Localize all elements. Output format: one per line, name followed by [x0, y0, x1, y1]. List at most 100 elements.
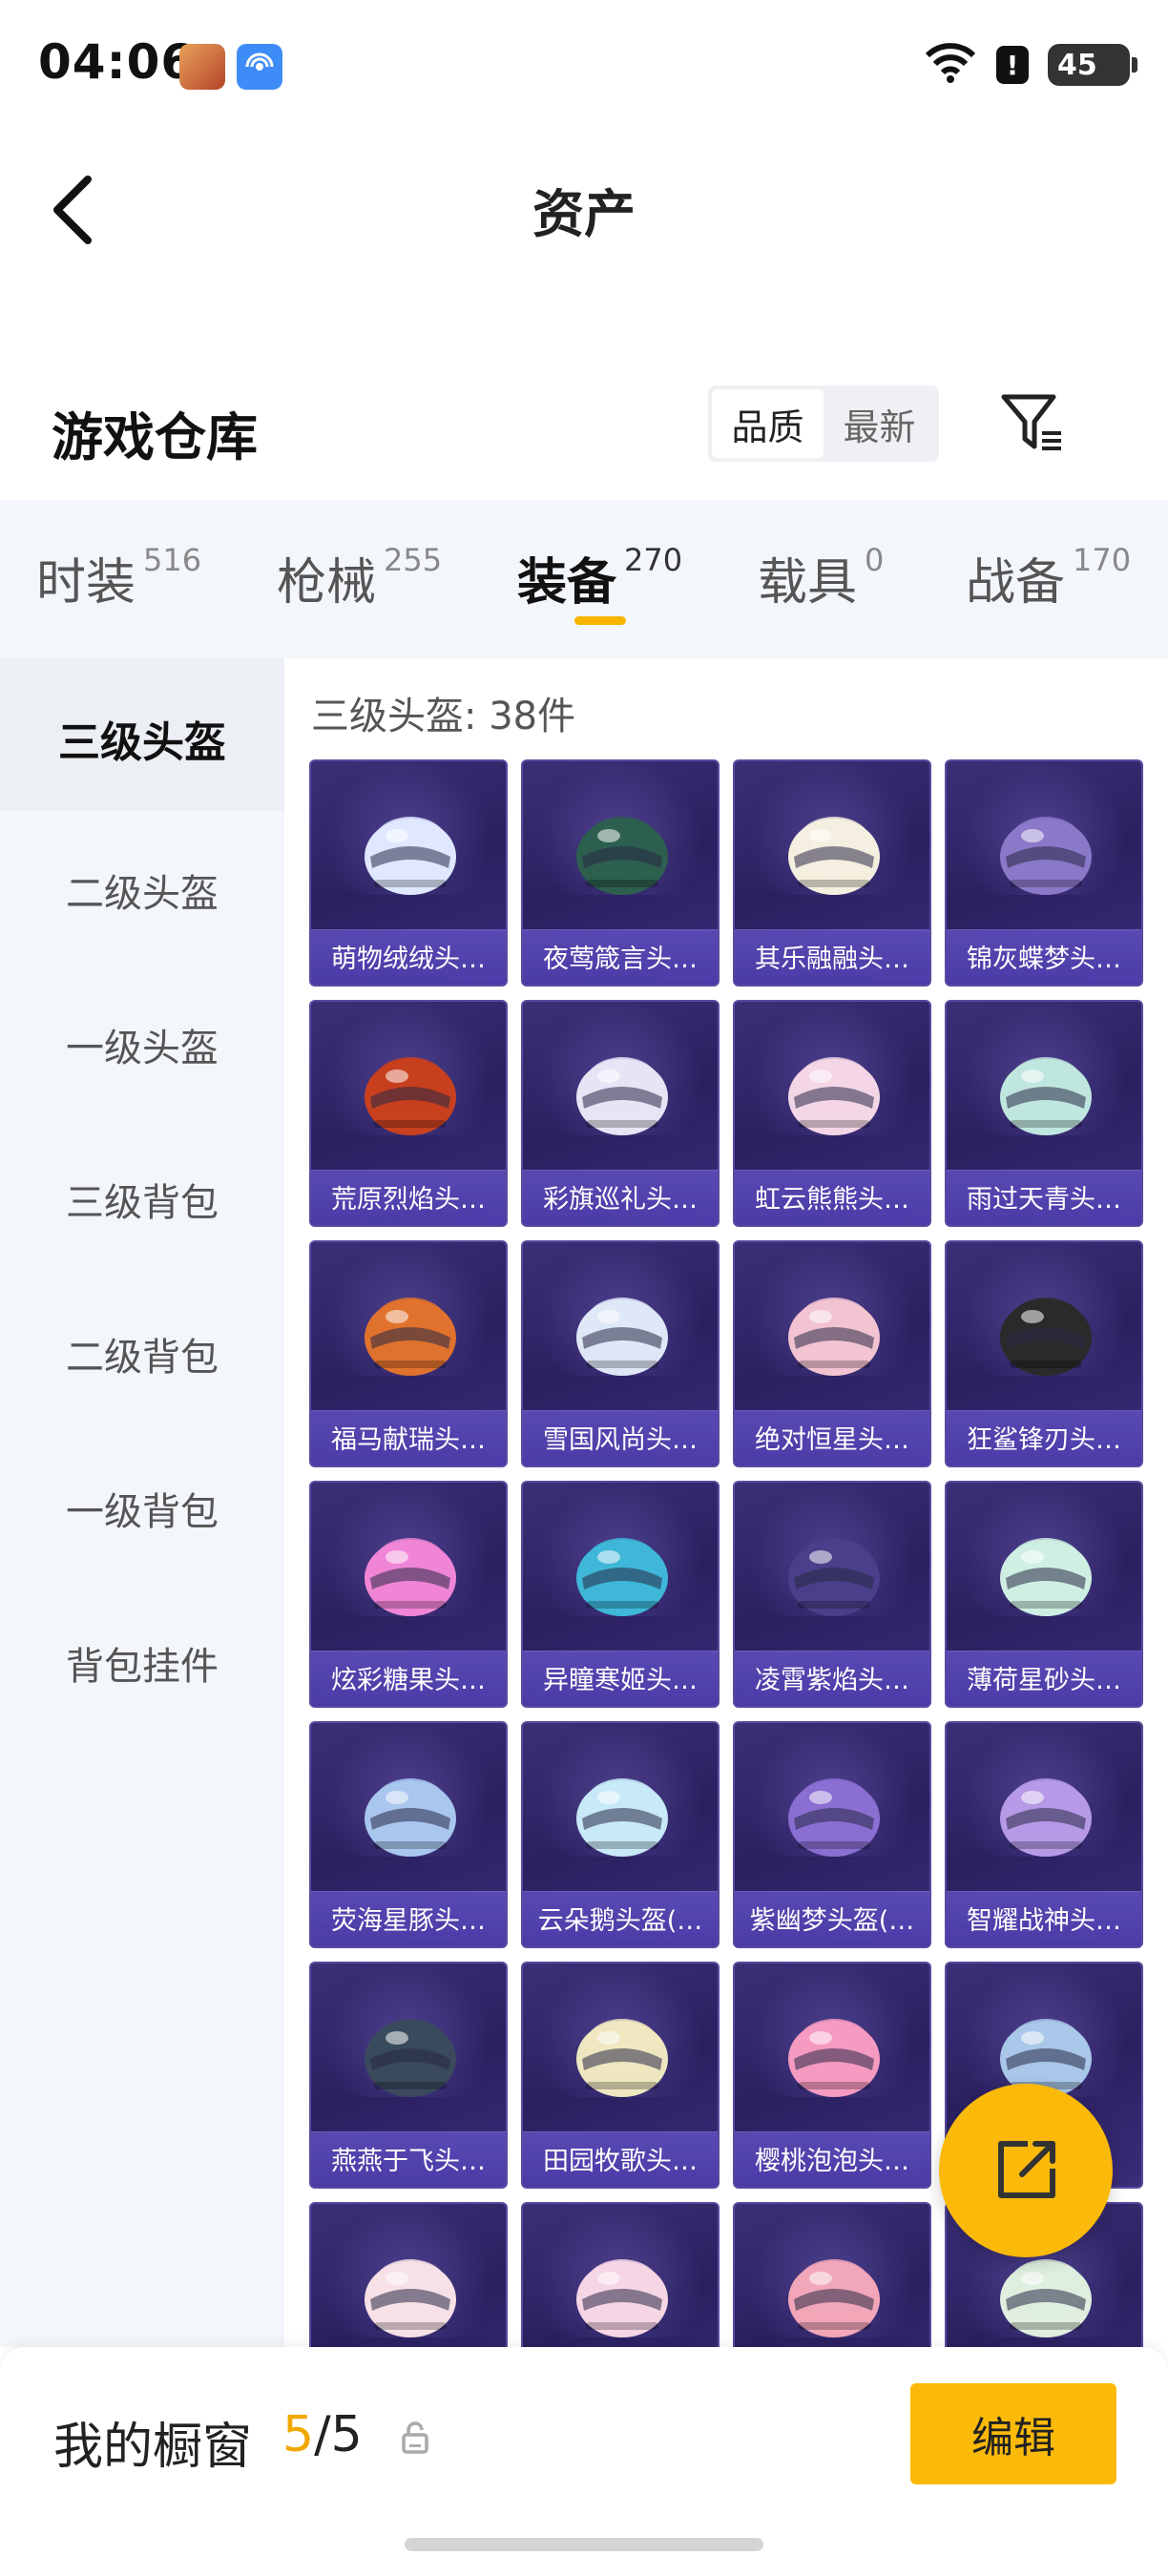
header: 资产	[0, 134, 1168, 277]
absolute-star-helmet-icon	[788, 1298, 880, 1376]
home-indicator[interactable]	[405, 2538, 763, 2551]
item-name: 绝对恒星头…	[755, 1425, 909, 1455]
item-card[interactable]	[733, 2202, 931, 2347]
item-card[interactable]: 薄荷星砂头…	[945, 1481, 1143, 1708]
tab-equipment[interactable]: 装备 270	[517, 542, 682, 613]
sidebar-item-backpack-charm[interactable]: 背包挂件	[0, 1635, 284, 1691]
flame-helmet-icon	[365, 1057, 456, 1135]
item-card[interactable]: 彩旗巡礼头…	[521, 1000, 720, 1227]
item-name: 田园牧歌头…	[543, 2147, 698, 2176]
edit-button[interactable]: 编辑	[910, 2383, 1116, 2484]
game-app-icon	[179, 44, 225, 90]
share-export-icon	[998, 2141, 1055, 2198]
showcase-count: 5/5	[282, 2406, 363, 2463]
butterfly-dream-helmet-icon	[1000, 817, 1092, 895]
item-card[interactable]: 炫彩糖果头…	[309, 1481, 508, 1708]
sidebar-item-level3-backpack[interactable]: 三级背包	[0, 1172, 284, 1227]
dolphin-helmet-icon	[365, 1778, 456, 1857]
sidebar-item-level3-helmet[interactable]: 三级头盔	[0, 658, 284, 811]
item-card[interactable]	[521, 2202, 720, 2347]
item-card[interactable]: 云朵鹅头盔(…	[521, 1721, 720, 1948]
item-card[interactable]: 荒原烈焰头…	[309, 1000, 508, 1227]
pearl-helmet-icon	[1000, 2259, 1092, 2337]
tab-firearms[interactable]: 枪械 255	[277, 542, 442, 613]
wifi-icon	[924, 42, 977, 88]
alert-icon: !	[996, 46, 1029, 84]
tab-vehicles[interactable]: 载具 0	[758, 542, 884, 613]
tab-count: 170	[1073, 542, 1132, 578]
cherry-bubble-helmet-icon	[788, 2019, 880, 2097]
mint-stardust-helmet-icon	[1000, 1538, 1092, 1616]
tab-count: 255	[384, 542, 443, 578]
status-bar: 04:06 ! 45	[0, 0, 1168, 134]
celadon-helmet-icon	[1000, 1057, 1092, 1135]
item-card[interactable]: 夜莺箴言头…	[521, 759, 720, 987]
item-card[interactable]	[309, 2202, 508, 2347]
item-card[interactable]: 锦灰蝶梦头…	[945, 759, 1143, 987]
fortune-horse-helmet-icon	[365, 1298, 456, 1376]
sidebar-item-level1-helmet[interactable]: 一级头盔	[0, 1017, 284, 1072]
frost-princess-helmet-icon	[576, 1538, 668, 1616]
item-card[interactable]: 紫幽梦头盔(…	[733, 1721, 931, 1948]
item-card[interactable]: 雪国风尚头…	[521, 1240, 720, 1467]
purple-flame-helmet-icon	[788, 1538, 880, 1616]
item-card[interactable]: 狂鲨锋刃头…	[945, 1240, 1143, 1467]
violet-dream-helmet-icon	[788, 1778, 880, 1857]
sort-latest-button[interactable]: 最新	[824, 389, 935, 458]
item-card[interactable]: 樱桃泡泡头…	[733, 1962, 931, 2189]
item-card[interactable]: 虹云熊熊头…	[733, 1000, 931, 1227]
filter-button[interactable]	[998, 389, 1065, 456]
item-name: 樱桃泡泡头…	[755, 2147, 909, 2176]
sidebar-item-level1-backpack[interactable]: 一级背包	[0, 1481, 284, 1536]
showcase-current: 5	[282, 2406, 315, 2463]
tab-supplies[interactable]: 战备 170	[966, 542, 1131, 613]
pastoral-helmet-icon	[576, 2019, 668, 2097]
tab-label: 装备	[517, 554, 617, 612]
category-tabs: 时装 516 枪械 255 装备 270 载具 0 战备 170	[0, 500, 1168, 658]
nightingale-helmet-icon	[576, 817, 668, 895]
item-card[interactable]: 凌霄紫焰头…	[733, 1481, 931, 1708]
tab-count: 516	[143, 542, 202, 578]
item-name: 荒原烈焰头…	[331, 1185, 486, 1215]
showcase-bar: 我的橱窗 5/5 编辑	[0, 2347, 1168, 2576]
war-god-helmet-icon	[1000, 1778, 1092, 1857]
tab-label: 战备	[966, 554, 1066, 612]
item-name: 萌物绒绒头…	[331, 945, 486, 974]
item-name: 燕燕于飞头…	[331, 2147, 486, 2176]
parade-helmet-icon	[576, 1057, 668, 1135]
item-card[interactable]: 田园牧歌头…	[521, 1962, 720, 2189]
cast-icon	[237, 44, 282, 90]
item-name: 异瞳寒姬头…	[543, 1666, 698, 1695]
warehouse-row: 游戏仓库 品质 最新	[0, 372, 1168, 487]
tab-label: 时装	[36, 554, 136, 612]
battery-icon: 45	[1048, 44, 1137, 86]
lock-icon	[402, 2421, 428, 2454]
sort-quality-button[interactable]: 品质	[712, 389, 824, 458]
item-name: 其乐融融头…	[755, 945, 909, 974]
tab-label: 枪械	[277, 554, 377, 612]
item-name: 炫彩糖果头…	[331, 1666, 486, 1695]
sidebar-item-level2-helmet[interactable]: 二级头盔	[0, 862, 284, 918]
item-card[interactable]: 智耀战神头…	[945, 1721, 1143, 1948]
item-card[interactable]: 其乐融融头…	[733, 759, 931, 987]
item-card[interactable]: 雨过天青头…	[945, 1000, 1143, 1227]
item-card[interactable]: 燕燕于飞头…	[309, 1962, 508, 2189]
warehouse-title: 游戏仓库	[52, 407, 258, 467]
share-fab[interactable]	[939, 2084, 1113, 2257]
sidebar-item-level2-backpack[interactable]: 二级背包	[0, 1326, 284, 1381]
item-card[interactable]: 荧海星豚头…	[309, 1721, 508, 1948]
item-card[interactable]: 绝对恒星头…	[733, 1240, 931, 1467]
item-card[interactable]: 福马献瑞头…	[309, 1240, 508, 1467]
bunny-pink-helmet-icon	[576, 2259, 668, 2337]
status-time: 04:06	[38, 34, 196, 90]
pink-visor-helmet-icon	[788, 2259, 880, 2337]
item-card[interactable]: 异瞳寒姬头…	[521, 1481, 720, 1708]
item-name: 荧海星豚头…	[331, 1906, 486, 1936]
cream-yellow-helmet-icon	[788, 817, 880, 895]
item-name: 夜莺箴言头…	[543, 945, 698, 974]
item-name: 狂鲨锋刃头…	[967, 1425, 1121, 1455]
item-card[interactable]: 萌物绒绒头…	[309, 759, 508, 987]
tab-fashion[interactable]: 时装 516	[36, 542, 201, 613]
active-tab-indicator	[574, 616, 626, 625]
candy-helmet-icon	[365, 1538, 456, 1616]
